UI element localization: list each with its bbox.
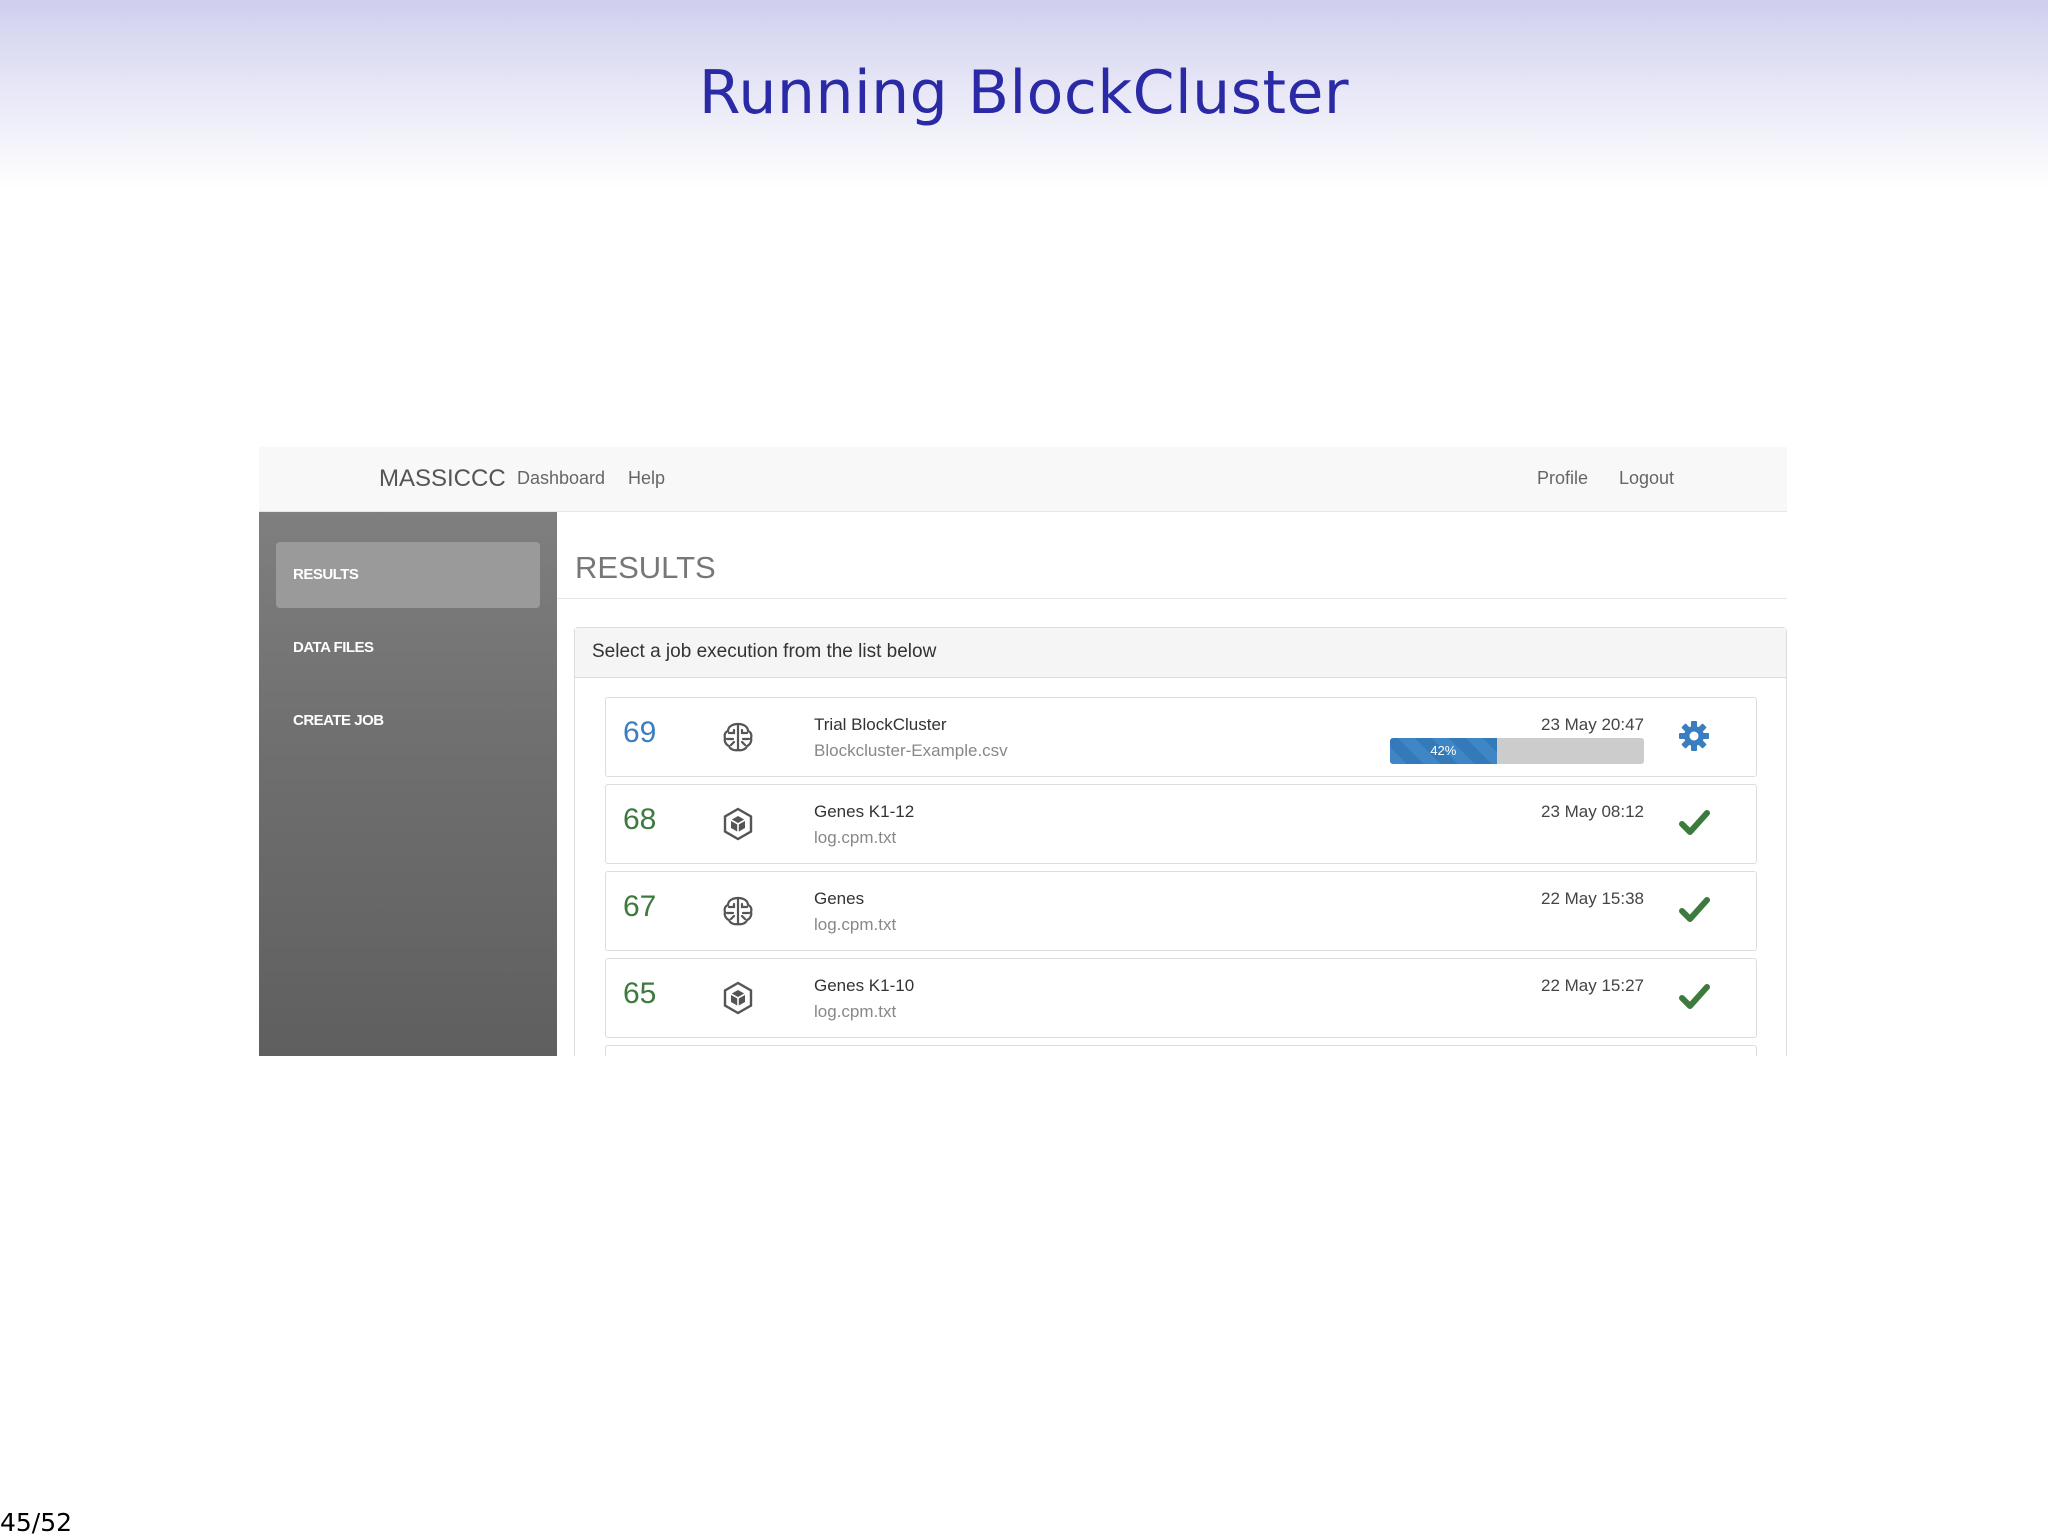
job-row[interactable]: 67 Genes log.cpm.txt 22 May 15:38 <box>605 871 1757 951</box>
hexagon-cube-icon <box>723 981 753 1015</box>
sidebar-item-results[interactable]: RESULTS <box>276 542 540 608</box>
hexagon-cube-icon <box>723 807 753 841</box>
gear-icon[interactable] <box>1676 718 1712 754</box>
page-title: RESULTS <box>575 550 716 585</box>
slide-title: Running BlockCluster <box>698 58 1350 128</box>
heading-divider <box>557 598 1787 599</box>
page-number: 45/52 <box>0 1508 73 1537</box>
job-row[interactable]: 65 Genes K1-10 log.cpm.txt 22 May 15:27 <box>605 958 1757 1038</box>
job-id: 67 <box>623 890 657 923</box>
sidebar: RESULTS DATA FILES CREATE JOB <box>259 512 557 1056</box>
progress-label: 42% <box>1430 743 1457 758</box>
job-name: Trial BlockCluster <box>814 715 947 734</box>
job-name: Genes K1-10 <box>814 976 915 995</box>
job-id: 68 <box>623 803 657 836</box>
app-screenshot: MASSICCC Dashboard Help Profile Logout R… <box>259 447 1787 1056</box>
panel-title: Select a job execution from the list bel… <box>592 641 937 662</box>
brain-icon <box>723 722 753 752</box>
job-file: log.cpm.txt <box>814 1002 897 1021</box>
nav-logout-link[interactable]: Logout <box>1619 468 1674 489</box>
sidebar-item-create-job[interactable]: CREATE JOB <box>276 688 540 754</box>
job-date: 22 May 15:38 <box>1540 889 1644 908</box>
sidebar-item-data-files[interactable]: DATA FILES <box>276 615 540 681</box>
panel-header: Select a job execution from the list bel… <box>575 628 1786 678</box>
nav-dashboard-link[interactable]: Dashboard <box>517 468 605 489</box>
progress-bar: 42% <box>1390 738 1644 764</box>
job-date: 23 May 08:12 <box>1540 802 1644 821</box>
job-file: Blockcluster-Example.csv <box>814 741 1008 760</box>
job-row[interactable] <box>605 1045 1757 1056</box>
job-list-panel: Select a job execution from the list bel… <box>574 627 1787 1056</box>
job-id: 65 <box>623 977 657 1010</box>
job-name: Genes <box>814 889 865 908</box>
nav-profile-link[interactable]: Profile <box>1537 468 1588 489</box>
check-icon <box>1679 897 1710 922</box>
brain-icon <box>723 896 753 926</box>
check-icon <box>1679 810 1710 835</box>
check-icon <box>1679 984 1710 1009</box>
job-file: log.cpm.txt <box>814 828 897 847</box>
job-date: 22 May 15:27 <box>1540 976 1644 995</box>
job-name: Genes K1-12 <box>814 802 915 821</box>
job-row[interactable]: 68 Genes K1-12 log.cpm.txt 23 May 08:12 <box>605 784 1757 864</box>
job-id: 69 <box>623 716 657 749</box>
job-file: log.cpm.txt <box>814 915 897 934</box>
nav-help-link[interactable]: Help <box>628 468 665 489</box>
job-date: 23 May 20:47 <box>1540 715 1644 734</box>
top-navbar: MASSICCC Dashboard Help Profile Logout <box>259 447 1787 512</box>
job-row[interactable]: 69 Trial BlockCluster Blockcluster-Examp… <box>605 697 1757 777</box>
brand-logo[interactable]: MASSICCC <box>379 465 506 493</box>
